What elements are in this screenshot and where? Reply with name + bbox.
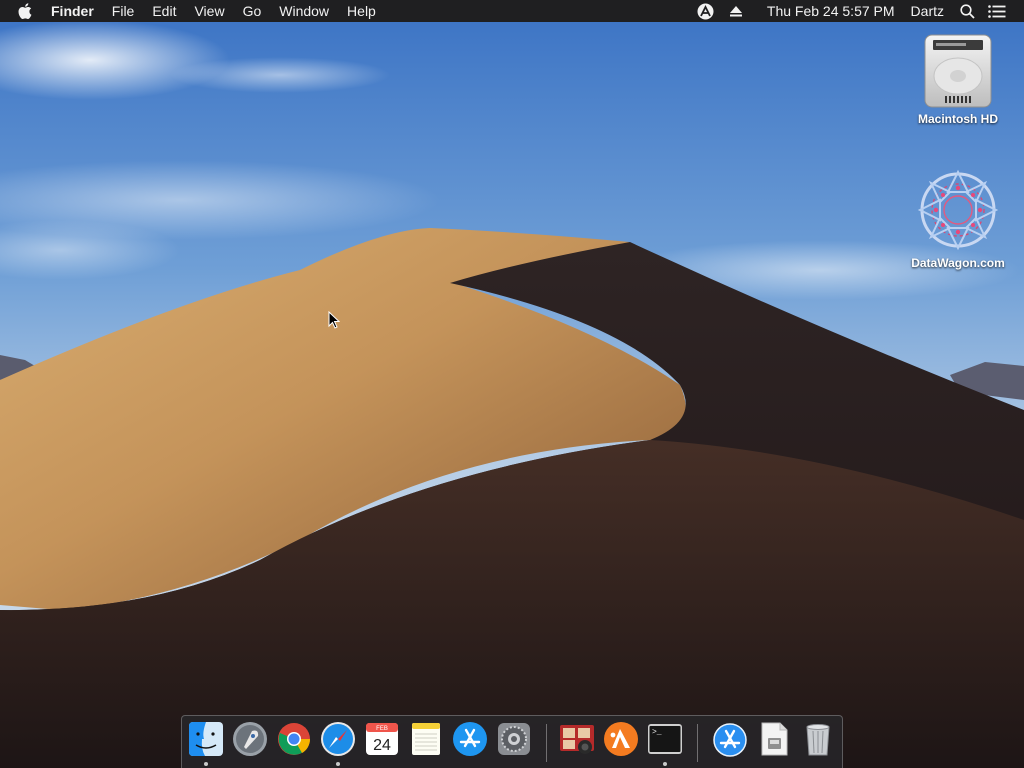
desktop-icon-label: DataWagon.com: [911, 256, 1005, 270]
chrome-icon: [278, 723, 311, 755]
menu-go[interactable]: Go: [234, 0, 271, 22]
dock-app-store[interactable]: [451, 720, 489, 758]
menu-user-name[interactable]: Dartz: [903, 0, 952, 22]
dock: FEB 24 >_: [181, 715, 843, 768]
dock-applications-folder[interactable]: [711, 720, 749, 758]
dock-chrome[interactable]: [275, 720, 313, 758]
desktop-icon-macintosh-hd[interactable]: Macintosh HD: [903, 32, 1013, 126]
dock-separator: [546, 724, 547, 762]
menu-file[interactable]: File: [103, 0, 144, 22]
photo-booth-icon: [560, 725, 594, 754]
eject-icon[interactable]: [725, 0, 747, 22]
finder-icon: [189, 722, 223, 756]
document-icon: [761, 722, 788, 756]
running-indicator: [663, 762, 667, 766]
dock-notes[interactable]: [407, 720, 445, 758]
menu-clock[interactable]: Thu Feb 24 5:57 PM: [759, 0, 903, 22]
mouse-cursor-icon: [328, 311, 340, 329]
notification-center-icon[interactable]: [986, 0, 1008, 22]
wallpaper-mojave-dunes: [0, 0, 1024, 768]
menu-help[interactable]: Help: [338, 0, 385, 22]
dock-calendar[interactable]: FEB 24: [363, 720, 401, 758]
spotlight-search-icon[interactable]: [956, 0, 978, 22]
calendar-month: FEB: [376, 726, 388, 732]
launchpad-icon: [233, 722, 267, 756]
running-indicator: [204, 762, 208, 766]
accessibility-icon[interactable]: [695, 0, 717, 22]
menu-bar: Finder File Edit View Go Window Help Thu: [0, 0, 1024, 22]
terminal-prompt: >_: [652, 728, 662, 737]
dock-separator: [697, 724, 698, 762]
app-store-icon: [453, 722, 487, 756]
apple-menu-icon[interactable]: [0, 0, 42, 22]
dock-document[interactable]: [755, 720, 793, 758]
safari-icon: [321, 722, 355, 756]
calendar-day: 24: [373, 737, 391, 754]
dock-photo-booth[interactable]: [558, 720, 596, 758]
system-preferences-icon: [498, 723, 530, 755]
mandala-icon: [917, 169, 999, 251]
dock-launchpad[interactable]: [231, 720, 269, 758]
calendar-icon: FEB 24: [366, 723, 398, 755]
menu-window[interactable]: Window: [270, 0, 338, 22]
menu-view[interactable]: View: [185, 0, 233, 22]
applications-folder-icon: [713, 723, 747, 757]
menu-app-name[interactable]: Finder: [42, 0, 103, 22]
trash-icon: [806, 724, 830, 756]
dock-terminal[interactable]: >_: [646, 720, 684, 758]
dock-trash[interactable]: [799, 720, 837, 758]
dock-safari[interactable]: [319, 720, 357, 758]
desktop: Finder File Edit View Go Window Help Thu: [0, 0, 1024, 768]
terminal-icon: >_: [648, 724, 682, 754]
avast-icon: [604, 722, 638, 756]
desktop-icon-datawagon[interactable]: DataWagon.com: [903, 168, 1013, 270]
notes-icon: [412, 723, 440, 755]
dock-finder[interactable]: [187, 720, 225, 758]
desktop-icon-label: Macintosh HD: [917, 112, 998, 126]
dock-system-preferences[interactable]: [495, 720, 533, 758]
menu-edit[interactable]: Edit: [143, 0, 185, 22]
running-indicator: [336, 762, 340, 766]
hard-drive-icon: [924, 34, 992, 108]
dock-avast[interactable]: [602, 720, 640, 758]
